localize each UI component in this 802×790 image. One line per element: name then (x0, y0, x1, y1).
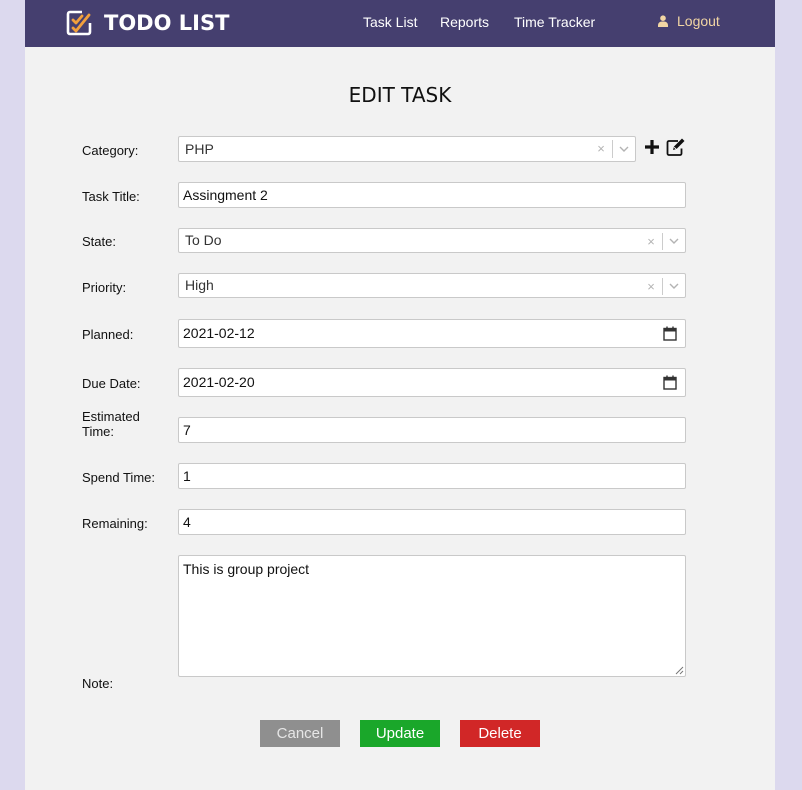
due-date-value: 2021-02-20 (183, 374, 255, 390)
priority-label: Priority: (82, 280, 127, 295)
nav-task-list[interactable]: Task List (363, 14, 417, 31)
task-title-input[interactable]: Assingment 2 (178, 182, 686, 208)
clear-icon[interactable]: × (594, 137, 608, 161)
app-title: TODO LIST (104, 11, 230, 35)
note-label: Note: (82, 676, 114, 691)
nav-reports[interactable]: Reports (440, 14, 489, 31)
estimated-time-label-line1: Estimated (82, 409, 140, 424)
select-separator (662, 232, 663, 250)
calendar-icon[interactable] (663, 326, 677, 341)
clear-icon[interactable]: × (644, 275, 658, 298)
category-actions (644, 138, 686, 156)
due-date-label: Due Date: (82, 376, 141, 391)
chevron-down-icon[interactable] (667, 234, 681, 248)
category-value: PHP (185, 141, 214, 157)
select-separator (662, 277, 663, 295)
remaining-input[interactable]: 4 (178, 509, 686, 535)
estimated-time-label-line2: Time: (82, 424, 115, 439)
logout-label: Logout (677, 13, 720, 29)
spend-time-input[interactable]: 1 (178, 463, 686, 489)
state-select-controls: × (644, 232, 685, 250)
state-select[interactable]: To Do × (178, 228, 686, 253)
delete-button[interactable]: Delete (460, 720, 540, 747)
category-select[interactable]: PHP × (178, 136, 636, 162)
priority-select[interactable]: High × (178, 273, 686, 298)
task-title-label: Task Title: (82, 189, 140, 204)
planned-label: Planned: (82, 327, 134, 342)
update-button[interactable]: Update (360, 720, 440, 747)
calendar-icon[interactable] (663, 375, 677, 390)
user-icon (658, 15, 668, 27)
remaining-label: Remaining: (82, 516, 148, 531)
state-label: State: (82, 234, 116, 249)
resize-handle-icon[interactable] (674, 665, 684, 675)
page-title: EDIT TASK (348, 83, 452, 107)
category-label: Category: (82, 143, 139, 158)
note-value: This is group project (183, 561, 310, 577)
spend-time-label: Spend Time: (82, 470, 155, 485)
note-textarea[interactable]: This is group project (178, 555, 686, 677)
due-date-input[interactable]: 2021-02-20 (178, 368, 686, 397)
page: TODO LIST Task List Reports Time Tracker… (25, 0, 775, 790)
nav-time-tracker[interactable]: Time Tracker (514, 14, 595, 31)
logout-link[interactable]: Logout (658, 13, 720, 29)
estimated-time-input[interactable]: 7 (178, 417, 686, 443)
brand[interactable]: TODO LIST (65, 9, 229, 37)
select-separator (612, 140, 613, 158)
chevron-down-icon[interactable] (617, 142, 631, 156)
clear-icon[interactable]: × (644, 230, 658, 253)
planned-date-input[interactable]: 2021-02-12 (178, 319, 686, 348)
edit-icon[interactable] (666, 138, 686, 156)
plus-icon[interactable] (644, 139, 660, 155)
priority-select-controls: × (644, 277, 685, 295)
priority-value: High (185, 277, 214, 293)
planned-value: 2021-02-12 (183, 325, 255, 341)
category-select-controls: × (594, 140, 635, 158)
checklist-logo-icon (66, 10, 92, 36)
cancel-button[interactable]: Cancel (260, 720, 340, 747)
chevron-down-icon[interactable] (667, 279, 681, 293)
navbar: TODO LIST Task List Reports Time Tracker… (25, 0, 775, 47)
state-value: To Do (185, 232, 222, 248)
